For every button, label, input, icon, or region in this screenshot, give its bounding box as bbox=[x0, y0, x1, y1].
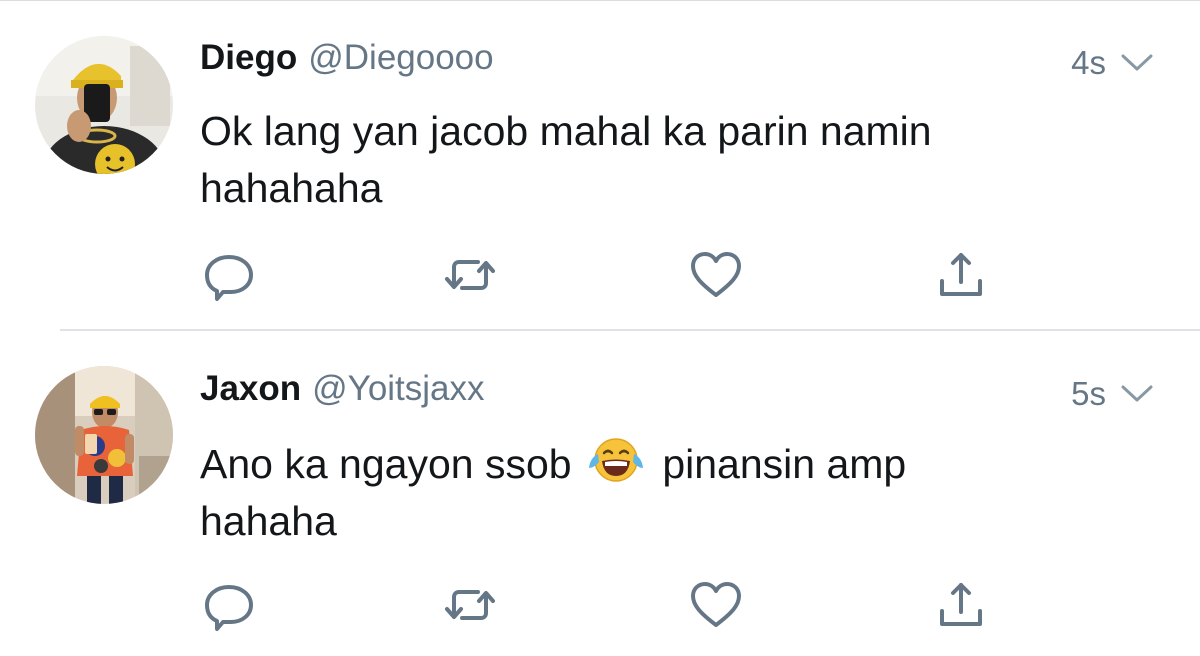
tweet[interactable]: Jaxon @Yoitsjaxx 5s Ano ka ngayon ssob p… bbox=[0, 331, 1200, 656]
face-with-tears-of-joy-icon bbox=[588, 438, 643, 482]
share-button[interactable] bbox=[931, 575, 991, 635]
share-icon bbox=[940, 253, 982, 296]
retweet-button[interactable] bbox=[440, 575, 500, 635]
avatar[interactable] bbox=[35, 366, 173, 504]
tweet-header: Diego @Diegoooo bbox=[200, 38, 494, 88]
retweet-icon bbox=[445, 260, 495, 290]
tweet-text-segment: Ano ka ngayon ssob bbox=[200, 441, 583, 487]
chevron-down-icon[interactable] bbox=[1120, 53, 1154, 73]
display-name[interactable]: Jaxon bbox=[200, 369, 301, 409]
user-handle[interactable]: @Diegoooo bbox=[308, 38, 493, 78]
display-name[interactable]: Diego bbox=[200, 38, 297, 78]
tweet-text: Ok lang yan jacob mahal ka parin namin h… bbox=[200, 103, 1100, 217]
tweet[interactable]: Diego @Diegoooo 4s Ok lang yan jacob mah… bbox=[0, 0, 1200, 330]
heart-icon bbox=[691, 252, 741, 297]
avatar[interactable] bbox=[35, 36, 173, 174]
tweet-text-line: Ano ka ngayon ssob pinansin amp bbox=[200, 436, 1100, 493]
reply-icon bbox=[205, 585, 253, 631]
tweet-text-segment: pinansin amp bbox=[650, 441, 907, 487]
share-button[interactable] bbox=[931, 245, 991, 305]
retweet-icon bbox=[445, 590, 495, 620]
tweet-text-line: hahaha bbox=[200, 498, 337, 544]
timestamp[interactable]: 5s bbox=[1071, 369, 1106, 419]
retweet-button[interactable] bbox=[440, 245, 500, 305]
chevron-down-icon[interactable] bbox=[1120, 384, 1154, 404]
tweet-text-line: hahahaha bbox=[200, 165, 383, 211]
tweet-text: Ano ka ngayon ssob pinansin amp hahaha bbox=[200, 436, 1100, 550]
reply-button[interactable] bbox=[199, 575, 259, 635]
reply-icon bbox=[205, 255, 253, 301]
like-button[interactable] bbox=[686, 575, 746, 635]
share-icon bbox=[940, 583, 982, 626]
like-button[interactable] bbox=[686, 245, 746, 305]
timestamp[interactable]: 4s bbox=[1071, 38, 1106, 88]
tweet-header: Jaxon @Yoitsjaxx bbox=[200, 369, 485, 419]
tweet-text-line: Ok lang yan jacob mahal ka parin namin bbox=[200, 108, 932, 154]
reply-button[interactable] bbox=[199, 245, 259, 305]
user-handle[interactable]: @Yoitsjaxx bbox=[312, 369, 484, 409]
heart-icon bbox=[691, 582, 741, 627]
